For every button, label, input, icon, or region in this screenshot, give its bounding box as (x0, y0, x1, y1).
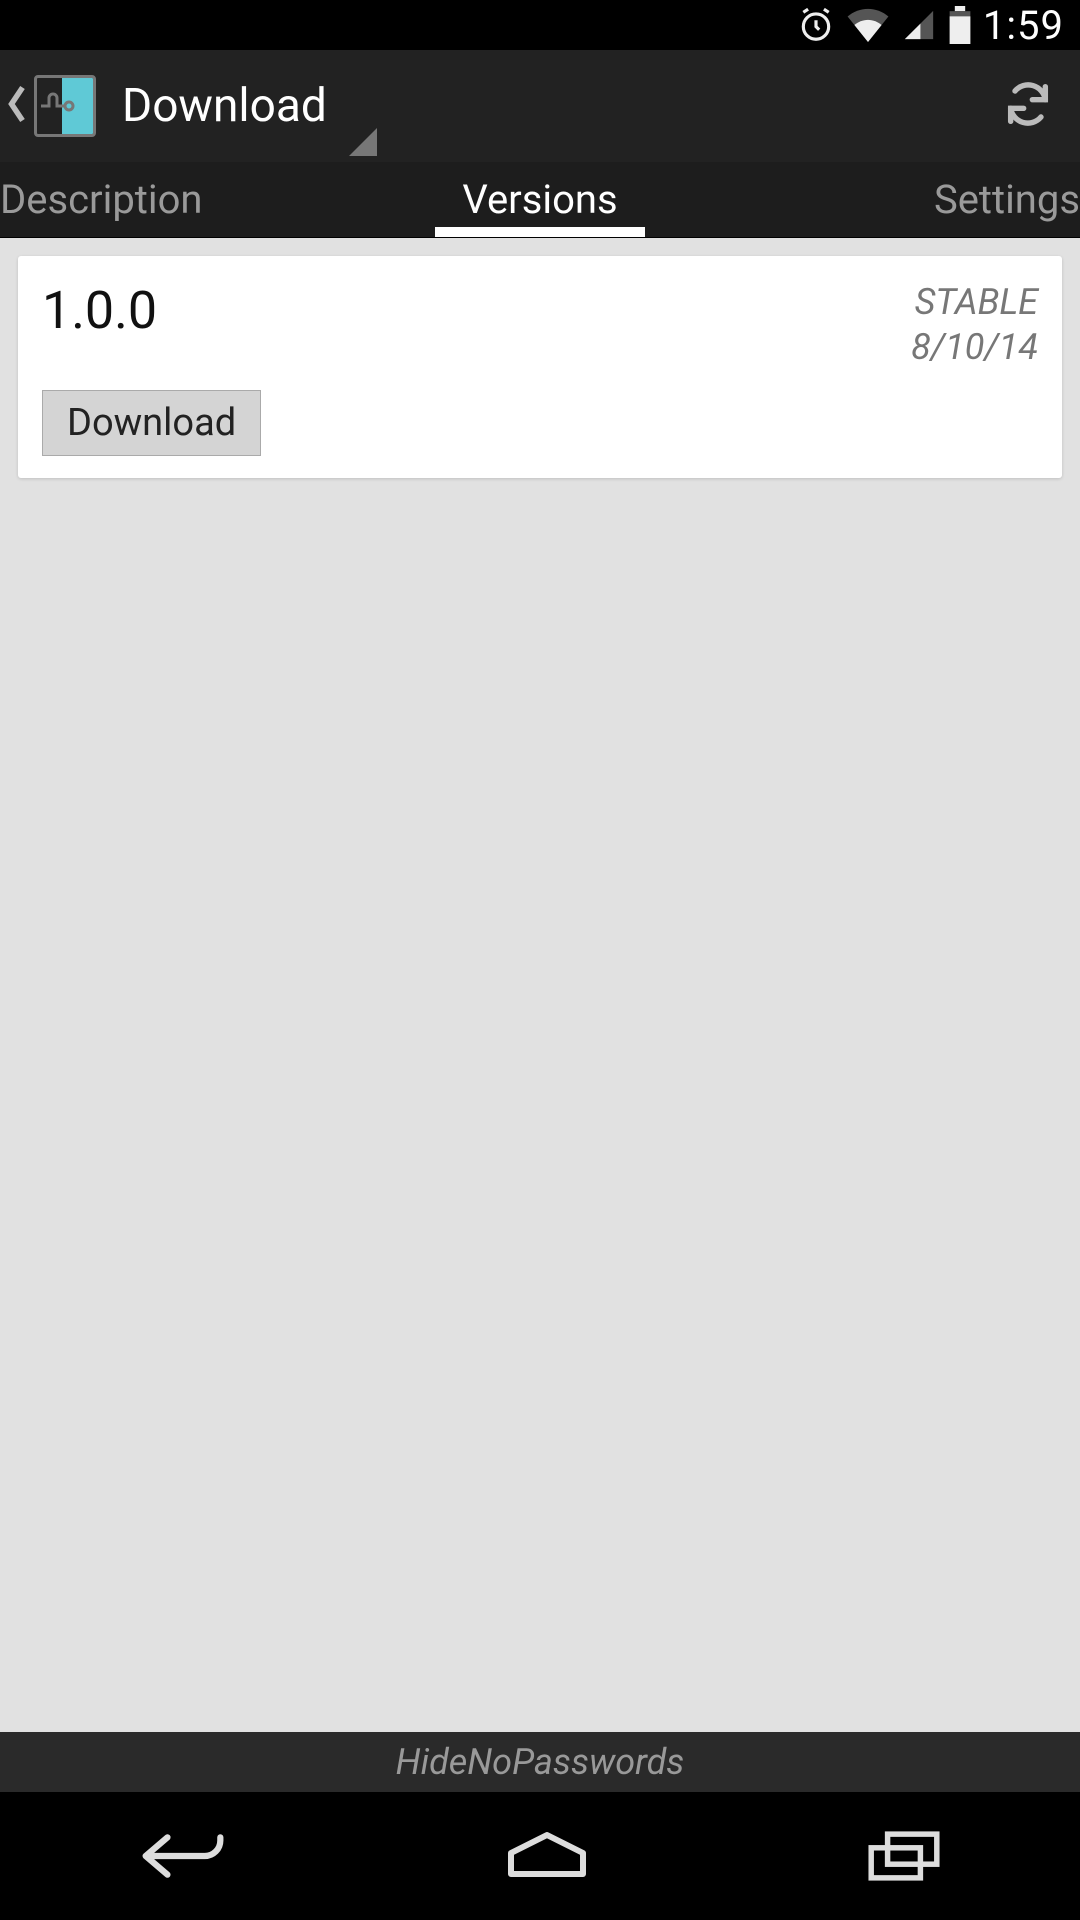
back-icon[interactable] (6, 82, 28, 130)
module-name-footer: HideNoPasswords (0, 1732, 1080, 1792)
version-channel: STABLE (911, 280, 1038, 325)
tab-label: Description (0, 176, 203, 223)
nav-home-icon[interactable] (502, 1828, 592, 1884)
tab-bar: Description Versions Settings (0, 162, 1080, 238)
content-area: 1.0.0 STABLE 8/10/14 Download (0, 238, 1080, 1732)
tab-label: Settings (934, 176, 1080, 223)
refresh-icon[interactable] (994, 70, 1062, 142)
status-clock: 1:59 (983, 2, 1064, 49)
nav-bar (0, 1792, 1080, 1920)
version-number: 1.0.0 (42, 280, 157, 341)
nav-back-icon[interactable] (135, 1828, 231, 1884)
battery-icon (949, 6, 971, 44)
app-logo-icon[interactable] (34, 75, 96, 137)
tab-label: Versions (462, 176, 617, 223)
spinner-dropdown-icon[interactable] (349, 128, 377, 156)
version-card: 1.0.0 STABLE 8/10/14 Download (18, 256, 1062, 478)
tab-settings[interactable]: Settings (770, 162, 1080, 237)
wifi-icon (847, 8, 889, 42)
version-date: 8/10/14 (911, 325, 1038, 370)
alarm-icon (797, 6, 835, 44)
tab-versions[interactable]: Versions (310, 162, 770, 237)
status-bar: 1:59 (0, 0, 1080, 50)
version-meta: STABLE 8/10/14 (911, 280, 1038, 370)
signal-icon (901, 8, 937, 42)
download-button[interactable]: Download (42, 390, 261, 456)
page-title: Download (122, 79, 327, 133)
action-bar: Download (0, 50, 1080, 162)
module-name-text: HideNoPasswords (396, 1741, 685, 1783)
nav-recent-icon[interactable] (863, 1828, 945, 1884)
tab-description[interactable]: Description (0, 162, 310, 237)
